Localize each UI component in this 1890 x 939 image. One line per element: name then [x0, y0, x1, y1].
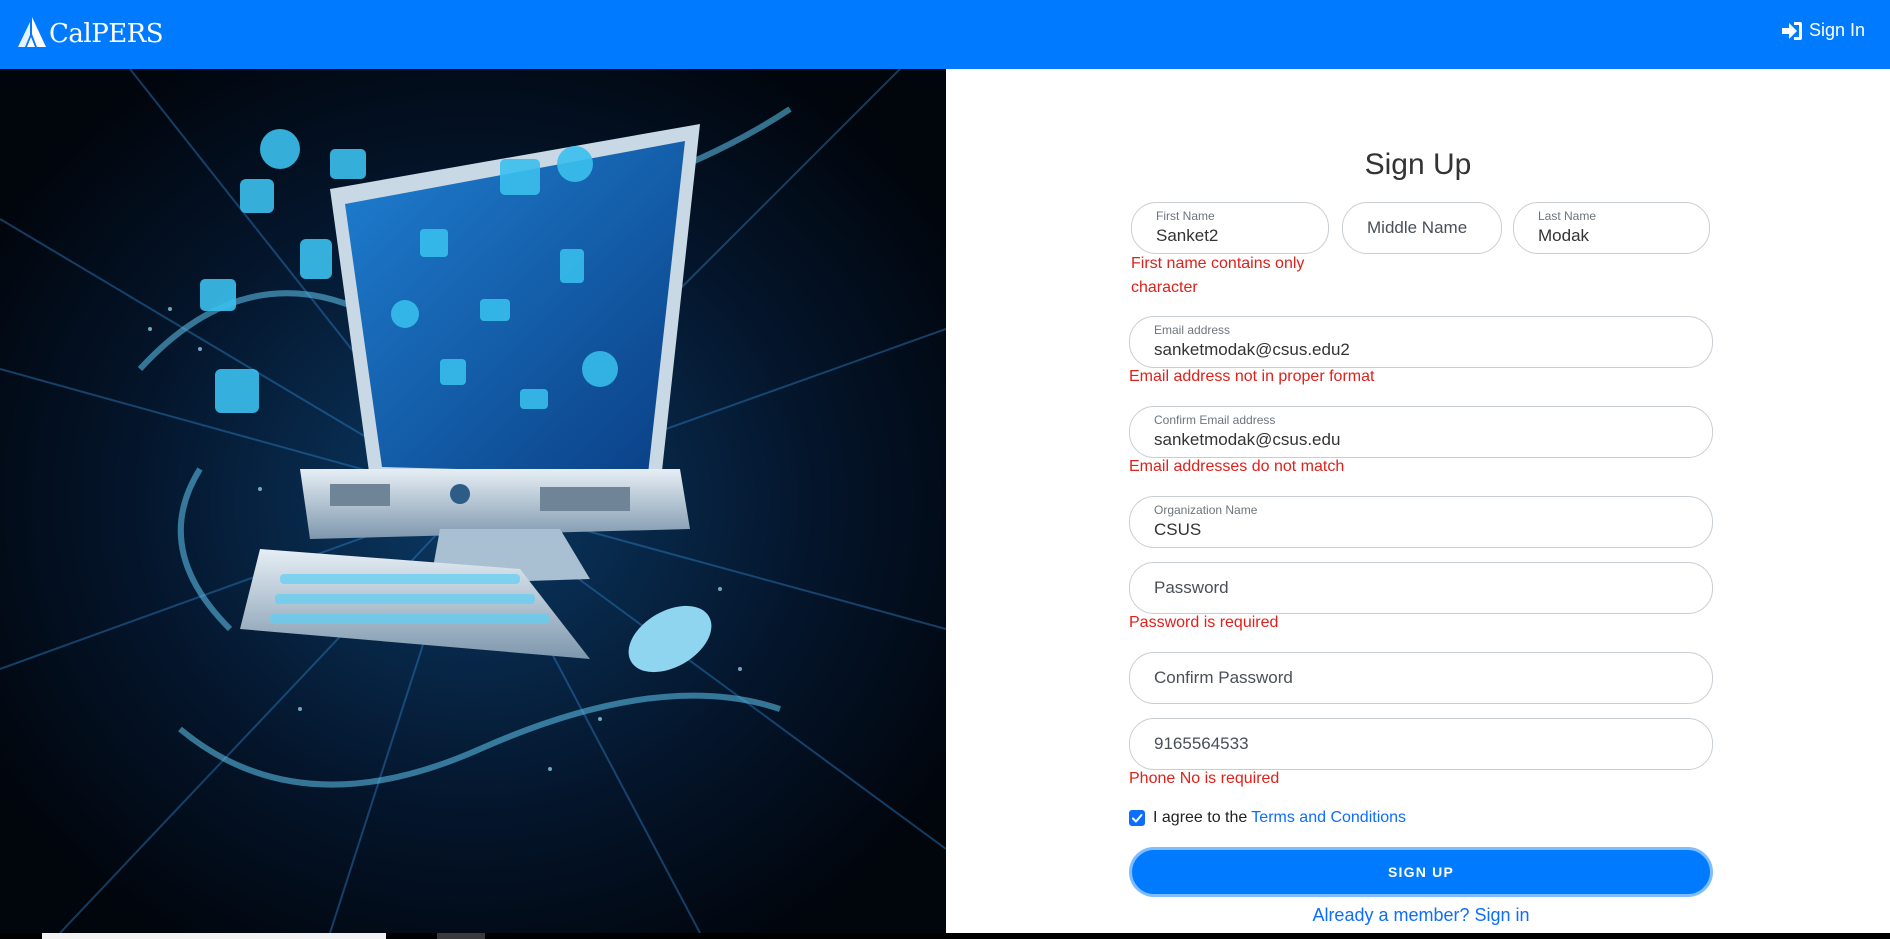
calpers-logo-icon: [18, 17, 46, 47]
middle-name-placeholder: Middle Name: [1367, 218, 1468, 237]
already-member-link[interactable]: Already a member? Sign in: [1129, 905, 1713, 926]
organization-label: Organization Name: [1154, 503, 1258, 517]
top-navbar: CalPERS Sign In: [0, 0, 1890, 69]
agree-text: I agree to the: [1153, 809, 1248, 826]
phone-value: 9165564533: [1154, 734, 1249, 753]
email-value: sanketmodak@csus.edu2: [1154, 340, 1350, 359]
computer-illustration: [0, 69, 946, 933]
last-name-value: Modak: [1538, 226, 1590, 245]
nav-signin-link[interactable]: Sign In: [1781, 20, 1865, 41]
terms-row: I agree to the Terms and Conditions: [1129, 809, 1406, 827]
email-error: Email address not in proper format: [1129, 368, 1375, 385]
email-label: Email address: [1154, 323, 1231, 337]
first-name-field[interactable]: First Name Sanket2: [1131, 202, 1329, 254]
terms-link[interactable]: Terms and Conditions: [1251, 809, 1406, 827]
middle-name-field[interactable]: Middle Name: [1342, 202, 1502, 254]
password-field[interactable]: Password: [1129, 562, 1713, 614]
page-title: Sign Up: [1364, 148, 1472, 181]
organization-field[interactable]: Organization Name CSUS: [1129, 496, 1713, 548]
password-placeholder: Password: [1154, 578, 1229, 597]
hero-image: [0, 69, 946, 933]
confirm-email-label: Confirm Email address: [1154, 413, 1276, 427]
checkmark-icon: [1132, 814, 1143, 823]
bottom-scrollbar-thumb[interactable]: [42, 933, 386, 939]
signup-panel: Sign Up First Name Sanket2 Middle Name L…: [946, 69, 1890, 933]
email-field[interactable]: Email address sanketmodak@csus.edu2: [1129, 316, 1713, 368]
sign-up-button[interactable]: SIGN UP: [1129, 847, 1713, 897]
last-name-label: Last Name: [1538, 209, 1597, 223]
bottom-scrollbar-marker: [437, 933, 485, 939]
confirm-password-field[interactable]: Confirm Password: [1129, 652, 1713, 704]
brand-name: CalPERS: [49, 19, 164, 49]
organization-value: CSUS: [1154, 520, 1202, 539]
phone-field[interactable]: 9165564533: [1129, 718, 1713, 770]
confirm-email-value: sanketmodak@csus.edu: [1154, 430, 1341, 449]
first-name-error: First name contains only character: [1131, 255, 1305, 296]
confirm-email-field[interactable]: Confirm Email address sanketmodak@csus.e…: [1129, 406, 1713, 458]
confirm-password-placeholder: Confirm Password: [1154, 668, 1293, 687]
agree-checkbox[interactable]: [1129, 810, 1145, 826]
phone-error: Phone No is required: [1129, 770, 1280, 787]
last-name-field[interactable]: Last Name Modak: [1513, 202, 1710, 254]
first-name-label: First Name: [1156, 209, 1215, 223]
nav-signin-label: Sign In: [1808, 20, 1865, 40]
password-error: Password is required: [1129, 614, 1279, 631]
sign-in-icon: [1781, 21, 1802, 40]
calpers-logo[interactable]: CalPERS: [17, 14, 164, 49]
first-name-value: Sanket2: [1156, 226, 1219, 245]
confirm-email-error: Email addresses do not match: [1129, 458, 1345, 475]
